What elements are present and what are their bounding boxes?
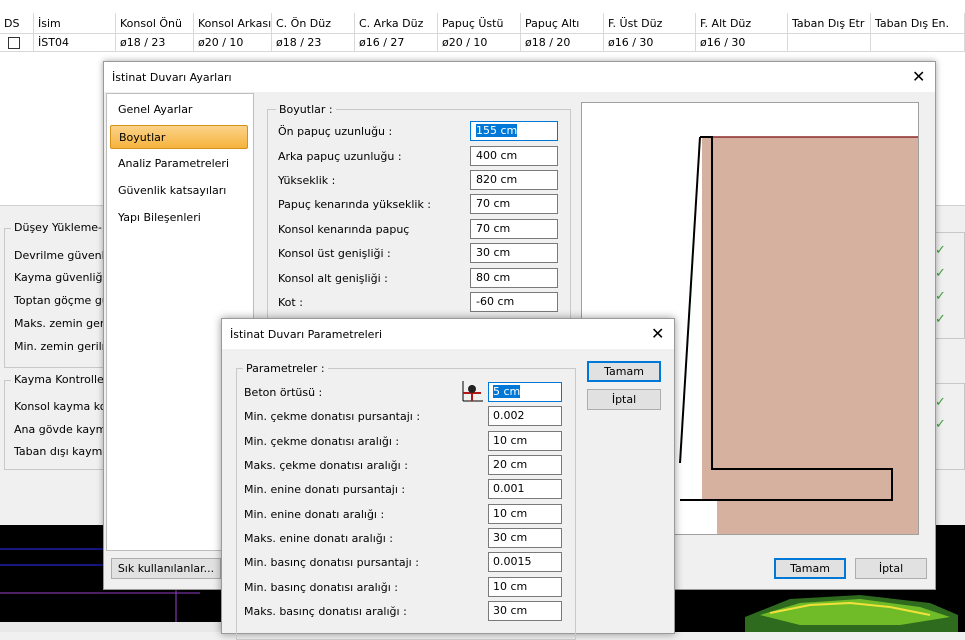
table-cell: İST04 [34,34,116,52]
col-konsol-arkasi[interactable]: Konsol Arkası [194,13,272,34]
result-label: Toptan göçme güv [14,294,116,307]
dialog-titlebar[interactable]: İstinat Duvarı Ayarları ✕ [104,62,935,92]
min-tension-spacing-field[interactable]: 10 cm [488,431,562,451]
max-compression-spacing-field[interactable]: 30 cm [488,601,562,621]
soil-fill [702,137,918,534]
stem-edge-footing-field[interactable]: 70 cm [470,219,558,239]
dialog-title: İstinat Duvarı Ayarları [112,71,232,84]
ok-button[interactable]: Tamam [587,361,661,382]
back-heel-length-field[interactable]: 400 cm [470,146,558,166]
front-toe-length-field[interactable]: 155 cm [470,121,558,141]
min-transverse-ratio-field[interactable]: 0.001 [488,479,562,499]
cover-diagram-icon [461,381,483,403]
table-cell [0,34,34,52]
nav-item-general[interactable]: Genel Ayarlar [110,98,248,122]
field-label: Konsol üst genişliği : [278,247,391,260]
field-label: Min. basınç donatısı aralığı : [244,581,398,594]
cancel-button[interactable]: İptal [587,389,661,410]
col-name[interactable]: İsim [34,13,116,34]
nav-item-analysis[interactable]: Analiz Parametreleri [110,152,248,176]
col-f-ust-duz[interactable]: F. Üst Düz [604,13,696,34]
field-label: Kot : [278,296,303,309]
field-label: Ön papuç uzunluğu : [278,125,393,138]
table-cell: ø18 / 23 [116,34,194,52]
min-tension-ratio-field[interactable]: 0.002 [488,406,562,426]
concrete-cover-field[interactable]: 5 cm [488,382,562,402]
col-papuc-alti[interactable]: Papuç Altı [521,13,604,34]
table-cell [871,34,965,52]
max-transverse-spacing-field[interactable]: 30 cm [488,528,562,548]
col-konsol-onu[interactable]: Konsol Önü [116,13,194,34]
result-label: Ana gövde kayma [14,423,114,436]
cancel-button[interactable]: İptal [855,558,927,579]
check-icon: ✓ [935,312,946,327]
col-papuc-ustu[interactable]: Papuç Üstü [438,13,521,34]
col-c-on-duz[interactable]: C. Ön Düz [272,13,355,34]
table-cell: ø18 / 23 [272,34,355,52]
nav-item-dimensions[interactable]: Boyutlar [110,125,248,149]
field-label: Yükseklik : [278,174,336,187]
field-label: Maks. çekme donatısı aralığı : [244,459,408,472]
col-c-arka-duz[interactable]: C. Arka Düz [355,13,438,34]
favorites-button[interactable]: Sık kullanılanlar... [111,558,221,579]
table-cell: ø20 / 10 [194,34,272,52]
field-label: Min. çekme donatısı pursantajı : [244,410,421,423]
table-cell: ø16 / 30 [604,34,696,52]
col-f-alt-duz[interactable]: F. Alt Düz [696,13,788,34]
height-field[interactable]: 820 cm [470,170,558,190]
group-title: Parametreler : [243,362,328,375]
field-label: Konsol kenarında papuç [278,223,410,236]
check-icon: ✓ [935,289,946,304]
close-icon[interactable]: ✕ [912,69,925,85]
table-header: DS İsim Konsol Önü Konsol Arkası C. Ön D… [0,13,965,34]
stem-bottom-width-field[interactable]: 80 cm [470,268,558,288]
field-label: Min. çekme donatısı aralığı : [244,435,400,448]
nav-item-safety[interactable]: Güvenlik katsayıları [110,179,248,203]
field-label: Maks. basınç donatısı aralığı : [244,605,407,618]
min-transverse-spacing-field[interactable]: 10 cm [488,504,562,524]
close-icon[interactable]: ✕ [651,326,664,342]
toe-edge-height-field[interactable]: 70 cm [470,194,558,214]
result-label: Kayma güvenliği : [14,271,113,284]
field-label: Min. enine donatı aralığı : [244,508,385,521]
retaining-wall-parameters-dialog: İstinat Duvarı Parametreleri ✕ Parametre… [221,318,675,640]
ok-button[interactable]: Tamam [774,558,846,579]
dialog-titlebar[interactable]: İstinat Duvarı Parametreleri ✕ [222,319,674,349]
check-icon: ✓ [935,395,946,410]
field-label: Maks. enine donatı aralığı : [244,532,394,545]
check-icon: ✓ [935,266,946,281]
max-tension-spacing-field[interactable]: 20 cm [488,455,562,475]
row-checkbox[interactable] [8,37,20,49]
check-icon: ✓ [935,243,946,258]
table-cell: ø20 / 10 [438,34,521,52]
field-label: Konsol alt genişliği : [278,272,388,285]
col-ds[interactable]: DS [0,13,34,34]
table-cell: ø16 / 30 [696,34,788,52]
table-cell [788,34,871,52]
col-taban-dis-etr[interactable]: Taban Dış Etr [788,13,871,34]
field-label: Beton örtüsü : [244,386,323,399]
col-taban-dis-en[interactable]: Taban Dış En. [871,13,965,34]
table-row[interactable]: İST04 ø18 / 23 ø20 / 10 ø18 / 23 ø16 / 2… [0,34,965,52]
group-title: Boyutlar : [276,103,336,116]
field-label: Arka papuç uzunluğu : [278,150,402,163]
min-compression-spacing-field[interactable]: 10 cm [488,577,562,597]
nav-item-components[interactable]: Yapı Bileşenleri [110,206,248,230]
field-label: Papuç kenarında yükseklik : [278,198,432,211]
level-field[interactable]: -60 cm [470,292,558,312]
stem-top-width-field[interactable]: 30 cm [470,243,558,263]
field-label: Min. enine donatı pursantajı : [244,483,406,496]
check-icon: ✓ [935,417,946,432]
field-label: Min. basınç donatısı pursantajı : [244,556,419,569]
table-cell: ø18 / 20 [521,34,604,52]
dialog-title: İstinat Duvarı Parametreleri [230,328,383,341]
table-cell: ø16 / 27 [355,34,438,52]
min-compression-ratio-field[interactable]: 0.0015 [488,552,562,572]
